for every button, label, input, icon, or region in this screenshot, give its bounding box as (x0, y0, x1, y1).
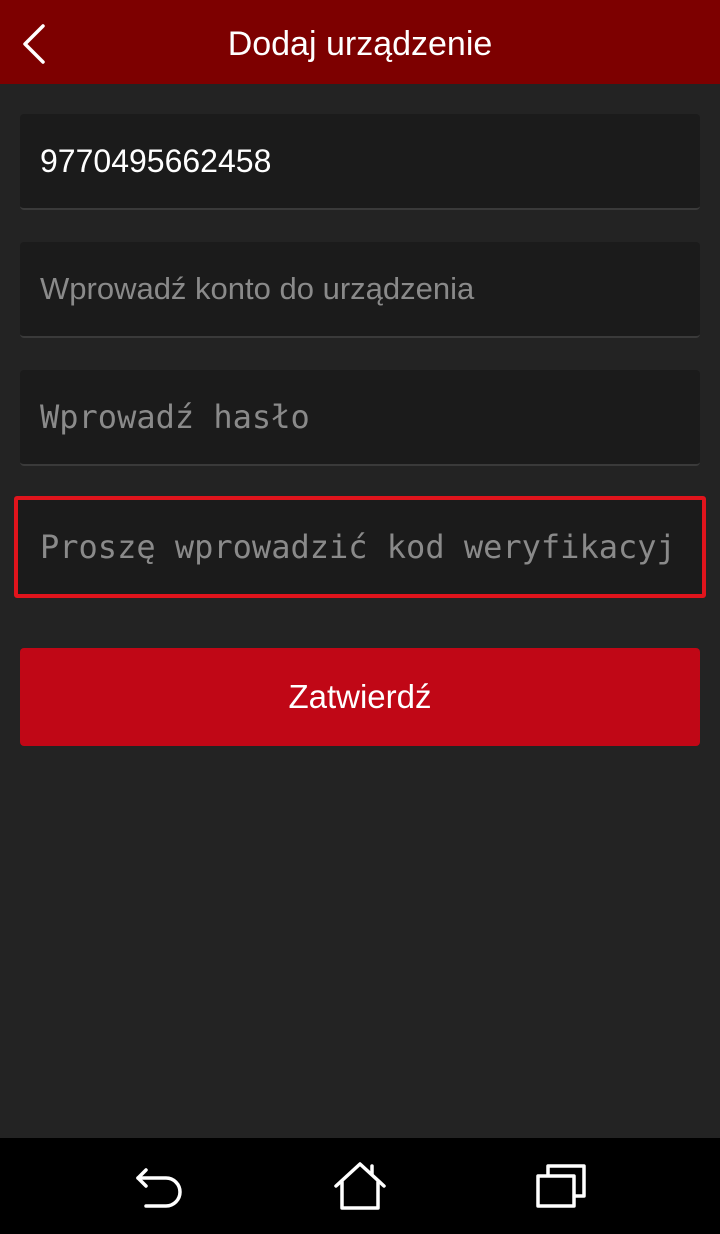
password-input[interactable]: Wprowadź hasło (20, 370, 700, 466)
verification-code-input[interactable]: Proszę wprowadzić kod weryfikacyj (14, 496, 706, 598)
page-title: Dodaj urządzenie (227, 24, 493, 63)
home-icon (334, 1162, 386, 1210)
device-account-input[interactable]: Wprowadź konto do urządzenia (20, 242, 700, 338)
verification-code-placeholder: Proszę wprowadzić kod weryfikacyj (40, 528, 676, 566)
nav-home-button[interactable] (328, 1154, 392, 1218)
recent-apps-icon (536, 1164, 586, 1208)
device-serial-value: 9770495662458 (40, 142, 272, 179)
device-account-placeholder: Wprowadź konto do urządzenia (40, 271, 475, 306)
nav-back-button[interactable] (128, 1154, 192, 1218)
nav-recent-apps-button[interactable] (528, 1154, 592, 1218)
submit-button[interactable]: Zatwierdź (20, 648, 700, 746)
device-serial-field[interactable]: 9770495662458 (20, 114, 700, 210)
password-placeholder: Wprowadź hasło (40, 398, 310, 436)
app-bar: Dodaj urządzenie (0, 0, 720, 84)
system-nav-bar (0, 1138, 720, 1234)
back-arrow-icon (136, 1168, 182, 1208)
